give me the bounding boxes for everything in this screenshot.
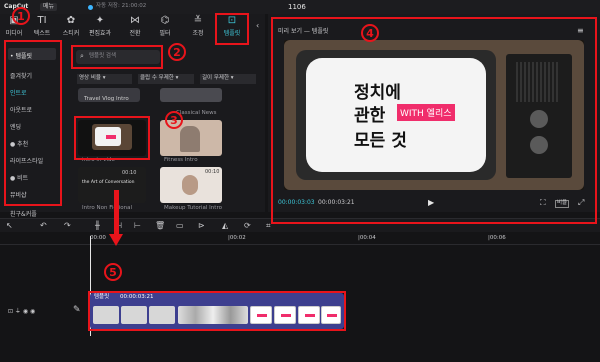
highlight-sidebar: [4, 40, 62, 206]
tool-effects[interactable]: ✦ 편집효과: [86, 15, 114, 41]
tick: |00:06: [488, 235, 506, 241]
badge-4: 4: [361, 24, 379, 42]
undo-icon[interactable]: ↶: [40, 222, 47, 230]
autosave-status: 자동 저장: 21:00:02: [96, 3, 147, 9]
highlight-preview: [271, 17, 597, 224]
template-label: Intro Non Fictional: [82, 205, 132, 211]
rotate-icon[interactable]: ⟳: [244, 222, 251, 230]
menu-button[interactable]: 메뉴: [40, 3, 58, 11]
tool-text[interactable]: TI 텍스트: [28, 15, 56, 41]
select-tool-icon[interactable]: ↖: [6, 222, 13, 230]
annotation-arrow-head: [109, 234, 123, 246]
tool-sticker[interactable]: ✿ 스티커: [57, 15, 85, 41]
mirror-icon[interactable]: ◭: [222, 222, 228, 230]
duration-label: 00:10: [122, 170, 137, 176]
freeze-icon[interactable]: ⊳: [198, 222, 205, 230]
badge-1: 1: [12, 7, 30, 25]
split-icon[interactable]: ╫: [95, 222, 100, 230]
badge-2: 2: [168, 43, 186, 61]
transition-icon: ⋈: [130, 15, 140, 26]
sticker-icon: ✿: [66, 15, 76, 26]
tool-transition[interactable]: ⋈ 전환: [121, 15, 149, 41]
tool-label: 텍스트: [33, 30, 51, 37]
template-card[interactable]: [160, 88, 222, 102]
text-icon: TI: [37, 15, 47, 26]
track-lock-icon[interactable]: ⊡ ⏚ ◉ ◉: [8, 309, 35, 315]
highlight-track: [88, 291, 346, 331]
tool-label: 스티커: [62, 30, 80, 37]
badge-5: 5: [104, 263, 122, 281]
cover-edit-icon[interactable]: ✎: [73, 306, 81, 315]
tool-label: 필터: [159, 30, 171, 37]
filter-icon: ⌬: [160, 15, 170, 26]
filter-length[interactable]: 길이 무제한 ▾: [200, 74, 256, 84]
template-card[interactable]: 00:10 the Art of Conversation: [78, 167, 146, 203]
annotation-arrow: [114, 190, 119, 236]
split-right-icon[interactable]: ⊢: [134, 222, 141, 230]
template-label: Fitness Intro: [164, 157, 198, 163]
marker-icon[interactable]: ▭: [176, 222, 184, 230]
template-label: Travel Vlog Intro: [84, 96, 129, 102]
tick: |00:02: [228, 235, 246, 241]
effects-icon: ✦: [95, 15, 105, 26]
tool-label: 전환: [129, 30, 141, 37]
tool-label: 미디어: [5, 30, 23, 37]
capcut-app: CapCut 메뉴 자동 저장: 21:00:02 1106 ▣ 미디어 TI 텍스…: [0, 0, 600, 362]
delete-icon[interactable]: 🗑: [155, 222, 165, 230]
highlight-search: [71, 45, 163, 69]
highlight-template-tab: [215, 13, 249, 45]
filter-ratio[interactable]: 영상 비율 ▾: [77, 74, 132, 84]
tool-label: 조정: [192, 30, 204, 37]
template-label: Makeup Tutorial Intro: [164, 205, 222, 211]
collapse-arrow-icon[interactable]: ‹: [256, 22, 259, 30]
crop-icon[interactable]: ⌗: [266, 222, 271, 230]
autosave-icon: [88, 5, 93, 10]
template-card[interactable]: 00:10: [160, 167, 222, 203]
highlight-template-card: [74, 116, 150, 160]
tool-label: 편집효과: [88, 30, 112, 37]
duration-label: 00:10: [205, 169, 220, 175]
project-title: 1106: [288, 3, 306, 11]
tick: |00:04: [358, 235, 376, 241]
adjust-icon: ≚: [193, 15, 203, 26]
badge-3: 3: [165, 111, 183, 129]
tool-filter[interactable]: ⌬ 필터: [151, 15, 179, 41]
tick: 00:00: [90, 235, 106, 241]
thumb-caption: the Art of Conversation: [82, 180, 135, 185]
tool-adjust[interactable]: ≚ 조정: [184, 15, 212, 41]
title-bar: CapCut 메뉴 자동 저장: 21:00:02 1106: [0, 0, 600, 14]
redo-icon[interactable]: ↷: [64, 222, 71, 230]
filter-clips[interactable]: 클립 수 무제한 ▾: [138, 74, 194, 84]
